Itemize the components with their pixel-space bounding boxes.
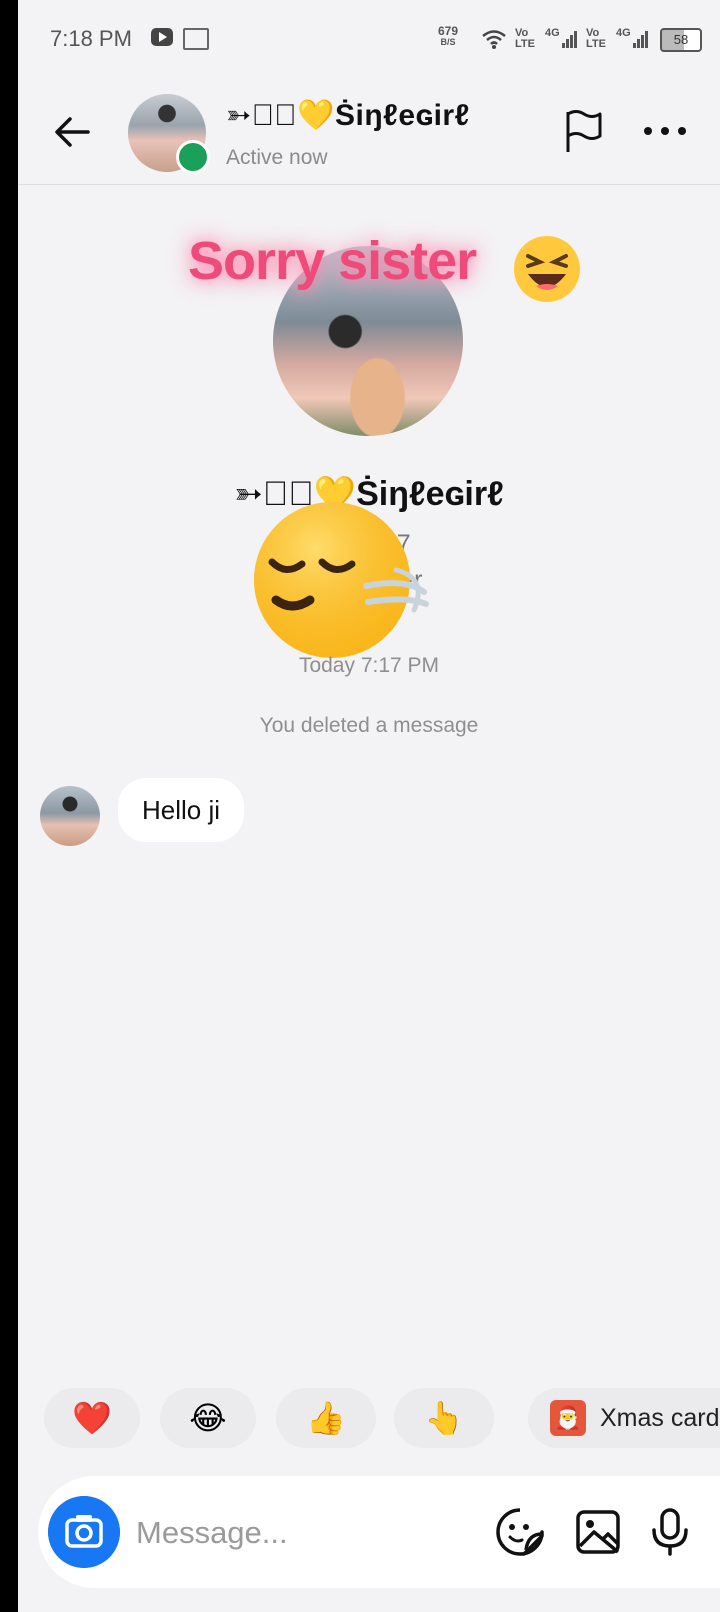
sender-avatar[interactable] <box>40 786 100 846</box>
message-bubble[interactable]: Hello ji <box>118 778 245 842</box>
status-bar: 7:18 PM 679 B/S Vo LTE 4G Vo LTE 4G 58 <box>18 0 720 80</box>
gift-icon: 🎅 <box>550 1400 586 1436</box>
flag-icon[interactable] <box>562 108 606 154</box>
wifi-icon <box>482 30 506 49</box>
signal-icon <box>562 30 578 48</box>
sticker-text: Sorry sister <box>188 231 477 291</box>
back-arrow-icon[interactable] <box>50 110 94 154</box>
message-composer <box>38 1476 720 1588</box>
sim2-type: 4G <box>616 27 631 39</box>
battery-icon: 58 <box>660 28 702 52</box>
net-speed-unit: B/S <box>440 37 456 47</box>
calendar-icon <box>183 28 209 50</box>
relieved-face-icon <box>254 502 429 658</box>
date-stamp: Today 7:17 PM <box>298 654 440 677</box>
sim1-type: 4G <box>545 27 560 39</box>
sim1-label: Vo LTE <box>515 27 535 50</box>
microphone-icon[interactable] <box>644 1506 696 1558</box>
laughing-face-icon <box>514 236 580 302</box>
camera-icon[interactable] <box>48 1496 120 1568</box>
youtube-icon <box>151 28 173 46</box>
net-speed: 679 B/S <box>438 24 459 48</box>
quick-replies: ❤️ 😂 👍 👆 🎅 Xmas card <box>18 1382 720 1452</box>
net-speed-value: 679 <box>438 24 459 38</box>
deleted-message-notice: You deleted a message <box>259 714 479 737</box>
more-icon[interactable] <box>640 116 690 146</box>
online-indicator <box>176 140 210 174</box>
quick-reply-thumbs-up[interactable]: 👍 <box>276 1388 376 1448</box>
gallery-icon[interactable] <box>572 1506 624 1558</box>
xmas-card-label: Xmas card <box>600 1404 720 1432</box>
chat-header: ➳✫⃟💛Ṡiŋℓeɢirℓ Active now <box>18 80 720 185</box>
sticker-icon[interactable] <box>494 1506 546 1558</box>
quick-reply-laugh[interactable]: 😂 <box>160 1388 256 1448</box>
message-input[interactable] <box>134 1502 468 1564</box>
header-username[interactable]: ➳✫⃟💛Ṡiŋℓeɢirℓ <box>226 98 470 133</box>
active-status: Active now <box>226 146 328 169</box>
quick-reply-heart[interactable]: ❤️ <box>44 1388 140 1448</box>
xmas-card-button[interactable]: 🎅 Xmas card <box>528 1388 720 1448</box>
sim2-label: Vo LTE <box>586 27 606 50</box>
status-time: 7:18 PM <box>50 26 132 51</box>
signal-icon <box>633 30 649 48</box>
chat-screen: 7:18 PM 679 B/S Vo LTE 4G Vo LTE 4G 58 ➳… <box>18 0 720 1612</box>
quick-reply-point-up[interactable]: 👆 <box>394 1388 494 1448</box>
